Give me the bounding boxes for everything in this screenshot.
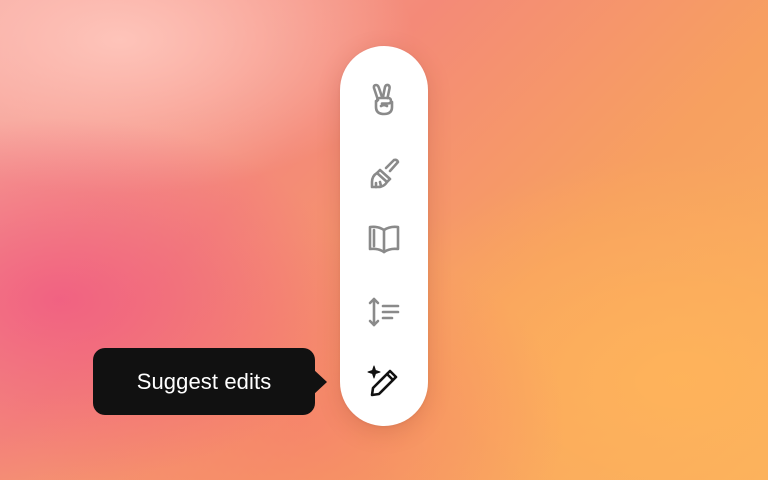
writing-tools-toolbar: [340, 46, 428, 426]
text-length-icon: [368, 297, 400, 327]
suggest-edits-tooltip: Suggest edits: [93, 348, 315, 415]
read-button[interactable]: [358, 212, 410, 264]
book-open-icon: [368, 225, 400, 254]
paintbrush-icon: [370, 158, 400, 189]
emoji-button[interactable]: [358, 74, 410, 126]
peace-hand-icon: [372, 83, 394, 116]
suggest-edits-button[interactable]: [358, 356, 410, 408]
sparkle-pencil-icon: [367, 365, 398, 397]
adjust-length-button[interactable]: [358, 286, 410, 338]
style-button[interactable]: [358, 148, 410, 200]
tooltip-arrow: [313, 369, 327, 395]
tooltip-label: Suggest edits: [136, 368, 272, 394]
